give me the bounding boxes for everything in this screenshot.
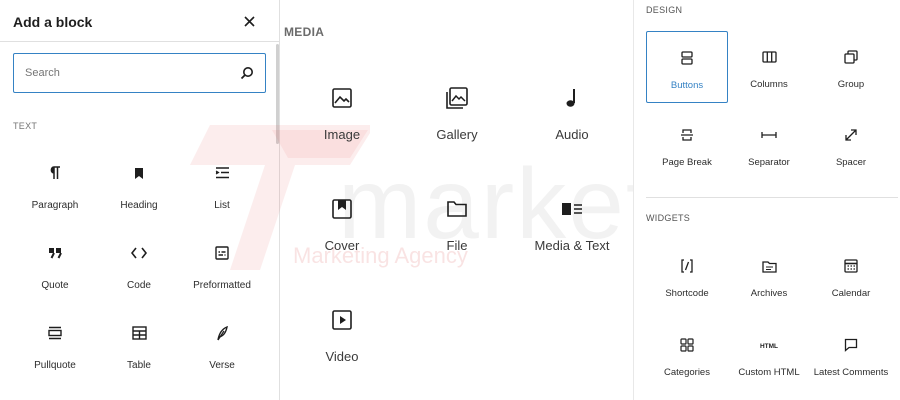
buttons-icon xyxy=(646,48,728,68)
block-label: List xyxy=(214,200,230,211)
block-label: Archives xyxy=(750,288,788,299)
block-latest-comments[interactable]: Latest Comments xyxy=(810,319,892,391)
gallery-icon xyxy=(402,85,512,111)
text-section-title: TEXT xyxy=(13,121,38,131)
inserter-header: Add a block xyxy=(0,0,279,42)
calendar-icon xyxy=(810,256,892,276)
block-label: Code xyxy=(127,280,151,291)
block-quote[interactable]: Quote xyxy=(13,243,97,303)
spacer-icon xyxy=(810,125,892,145)
block-buttons[interactable]: Buttons xyxy=(646,31,728,103)
block-label: Preformatted xyxy=(193,280,251,291)
block-label: Shortcode xyxy=(665,288,709,299)
categories-icon xyxy=(646,335,728,355)
inserter-title: Add a block xyxy=(13,14,93,30)
feather-icon xyxy=(180,323,264,343)
block-audio[interactable]: Audio xyxy=(517,85,627,145)
block-label: Cover xyxy=(324,238,360,253)
list-icon xyxy=(180,163,264,183)
block-archives[interactable]: Archives xyxy=(728,240,810,312)
scrollbar[interactable] xyxy=(276,44,279,144)
block-pullquote[interactable]: Pullquote xyxy=(13,323,97,383)
block-cover[interactable]: Cover xyxy=(287,196,397,256)
block-label: Buttons xyxy=(670,80,704,91)
media-section-title: MEDIA xyxy=(284,25,325,39)
block-label: Image xyxy=(323,127,361,142)
preformatted-icon xyxy=(180,243,264,263)
code-icon xyxy=(97,243,181,263)
block-verse[interactable]: Verse xyxy=(180,323,264,383)
block-label: Gallery xyxy=(436,127,478,142)
block-label: Group xyxy=(837,79,865,90)
block-label: Separator xyxy=(748,157,790,168)
block-label: Page Break xyxy=(662,157,712,168)
folder-icon xyxy=(402,196,512,222)
block-table[interactable]: Table xyxy=(97,323,181,383)
html-icon: HTML xyxy=(728,335,810,355)
video-icon xyxy=(287,307,397,333)
block-file[interactable]: File xyxy=(402,196,512,256)
block-label: Pullquote xyxy=(34,360,76,371)
archives-icon xyxy=(728,256,810,276)
block-gallery[interactable]: Gallery xyxy=(402,85,512,145)
block-custom-html[interactable]: HTML Custom HTML xyxy=(728,319,810,391)
block-separator[interactable]: Separator xyxy=(728,109,810,181)
block-paragraph[interactable]: Paragraph xyxy=(13,163,97,223)
shortcode-icon xyxy=(646,256,728,276)
block-label: Custom HTML xyxy=(738,367,800,378)
block-label: Media & Text xyxy=(534,238,610,253)
block-label: File xyxy=(446,238,468,253)
block-label: Columns xyxy=(750,79,788,90)
media-text-icon xyxy=(517,196,627,222)
widgets-section-title: WIDGETS xyxy=(646,213,691,223)
search-icon[interactable] xyxy=(240,66,254,80)
block-label: Heading xyxy=(120,200,158,211)
cover-icon xyxy=(287,196,397,222)
svg-text:HTML: HTML xyxy=(760,343,778,350)
block-label: Verse xyxy=(209,360,235,371)
table-icon xyxy=(97,323,181,343)
block-image[interactable]: Image xyxy=(287,85,397,145)
block-video[interactable]: Video xyxy=(287,307,397,367)
block-media-text[interactable]: Media & Text xyxy=(517,196,627,256)
block-categories[interactable]: Categories xyxy=(646,319,728,391)
columns-icon xyxy=(728,47,810,67)
block-inserter-panel: Add a block TEXT Paragraph Heading List xyxy=(0,0,280,400)
group-icon xyxy=(810,47,892,67)
section-divider xyxy=(646,197,898,198)
block-label: Table xyxy=(127,360,151,371)
block-list[interactable]: List xyxy=(180,163,264,223)
comment-icon xyxy=(810,335,892,355)
close-icon[interactable] xyxy=(240,12,258,30)
block-label: Quote xyxy=(41,280,69,291)
image-icon xyxy=(287,85,397,111)
block-calendar[interactable]: Calendar xyxy=(810,240,892,312)
paragraph-icon xyxy=(13,163,97,183)
block-label: Latest Comments xyxy=(813,367,889,378)
block-preformatted[interactable]: Preformatted xyxy=(180,243,264,303)
search-field[interactable] xyxy=(13,53,266,93)
pullquote-icon xyxy=(13,323,97,343)
block-heading[interactable]: Heading xyxy=(97,163,181,223)
block-label: Audio xyxy=(555,127,589,142)
block-columns[interactable]: Columns xyxy=(728,31,810,103)
block-page-break[interactable]: Page Break xyxy=(646,109,728,181)
separator-icon xyxy=(728,125,810,145)
search-input[interactable] xyxy=(25,63,225,83)
block-spacer[interactable]: Spacer xyxy=(810,109,892,181)
block-label: Video xyxy=(325,349,359,364)
block-label: Paragraph xyxy=(31,200,79,211)
music-note-icon xyxy=(517,85,627,111)
bookmark-icon xyxy=(97,163,181,183)
page-break-icon xyxy=(646,125,728,145)
design-widgets-panel: DESIGN Buttons Columns Group Page Break … xyxy=(633,0,900,400)
block-code[interactable]: Code xyxy=(97,243,181,303)
block-group[interactable]: Group xyxy=(810,31,892,103)
block-label: Categories xyxy=(664,367,710,378)
quote-icon xyxy=(13,243,97,263)
block-label: Calendar xyxy=(831,288,871,299)
block-shortcode[interactable]: Shortcode xyxy=(646,240,728,312)
block-label: Spacer xyxy=(835,157,867,168)
design-section-title: DESIGN xyxy=(646,5,683,15)
